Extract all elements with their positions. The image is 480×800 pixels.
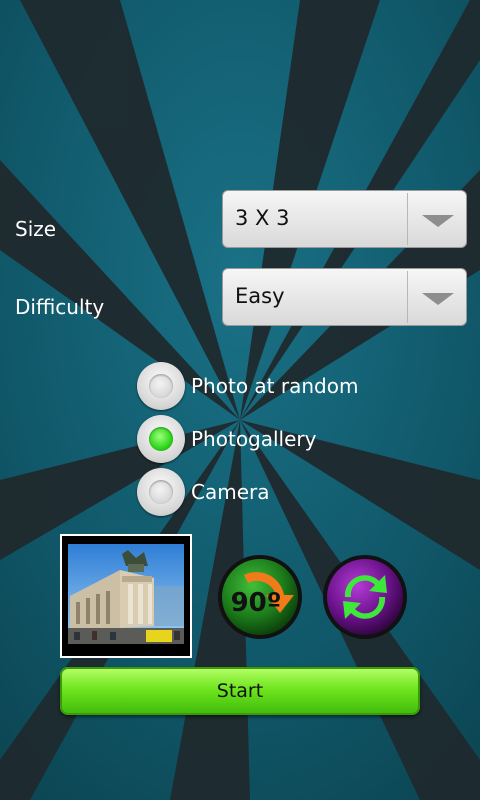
- svg-text:90º: 90º: [231, 588, 282, 618]
- selected-photo-thumbnail[interactable]: [60, 534, 192, 658]
- radio-indicator: [149, 480, 173, 504]
- dropdown-divider: [407, 271, 408, 323]
- start-button[interactable]: Start: [60, 667, 420, 715]
- chevron-down-icon: [422, 215, 454, 227]
- size-label: Size: [15, 217, 57, 241]
- difficulty-label: Difficulty: [15, 295, 105, 319]
- radio-indicator: [149, 374, 173, 398]
- radio-button[interactable]: [137, 362, 185, 410]
- rotate-90-icon: 90º: [218, 555, 302, 639]
- size-dropdown[interactable]: 3 X 3: [222, 190, 467, 248]
- refresh-button[interactable]: [321, 553, 409, 641]
- radio-label: Camera: [191, 480, 270, 504]
- rotate-90-button[interactable]: 90º: [216, 553, 304, 641]
- radio-option-camera[interactable]: Camera: [137, 468, 437, 516]
- radio-label: Photogallery: [191, 427, 317, 451]
- radio-option-photogallery[interactable]: Photogallery: [137, 415, 437, 463]
- radio-button[interactable]: [137, 468, 185, 516]
- difficulty-value: Easy: [235, 284, 285, 308]
- refresh-icon: [323, 555, 407, 639]
- radio-indicator: [149, 427, 173, 451]
- dropdown-divider: [407, 193, 408, 245]
- radio-option-photo-at-random[interactable]: Photo at random: [137, 362, 437, 410]
- radio-button[interactable]: [137, 415, 185, 463]
- radio-label: Photo at random: [191, 374, 359, 398]
- photo-image: [62, 536, 190, 656]
- difficulty-dropdown[interactable]: Easy: [222, 268, 467, 326]
- size-value: 3 X 3: [235, 206, 290, 230]
- chevron-down-icon: [422, 293, 454, 305]
